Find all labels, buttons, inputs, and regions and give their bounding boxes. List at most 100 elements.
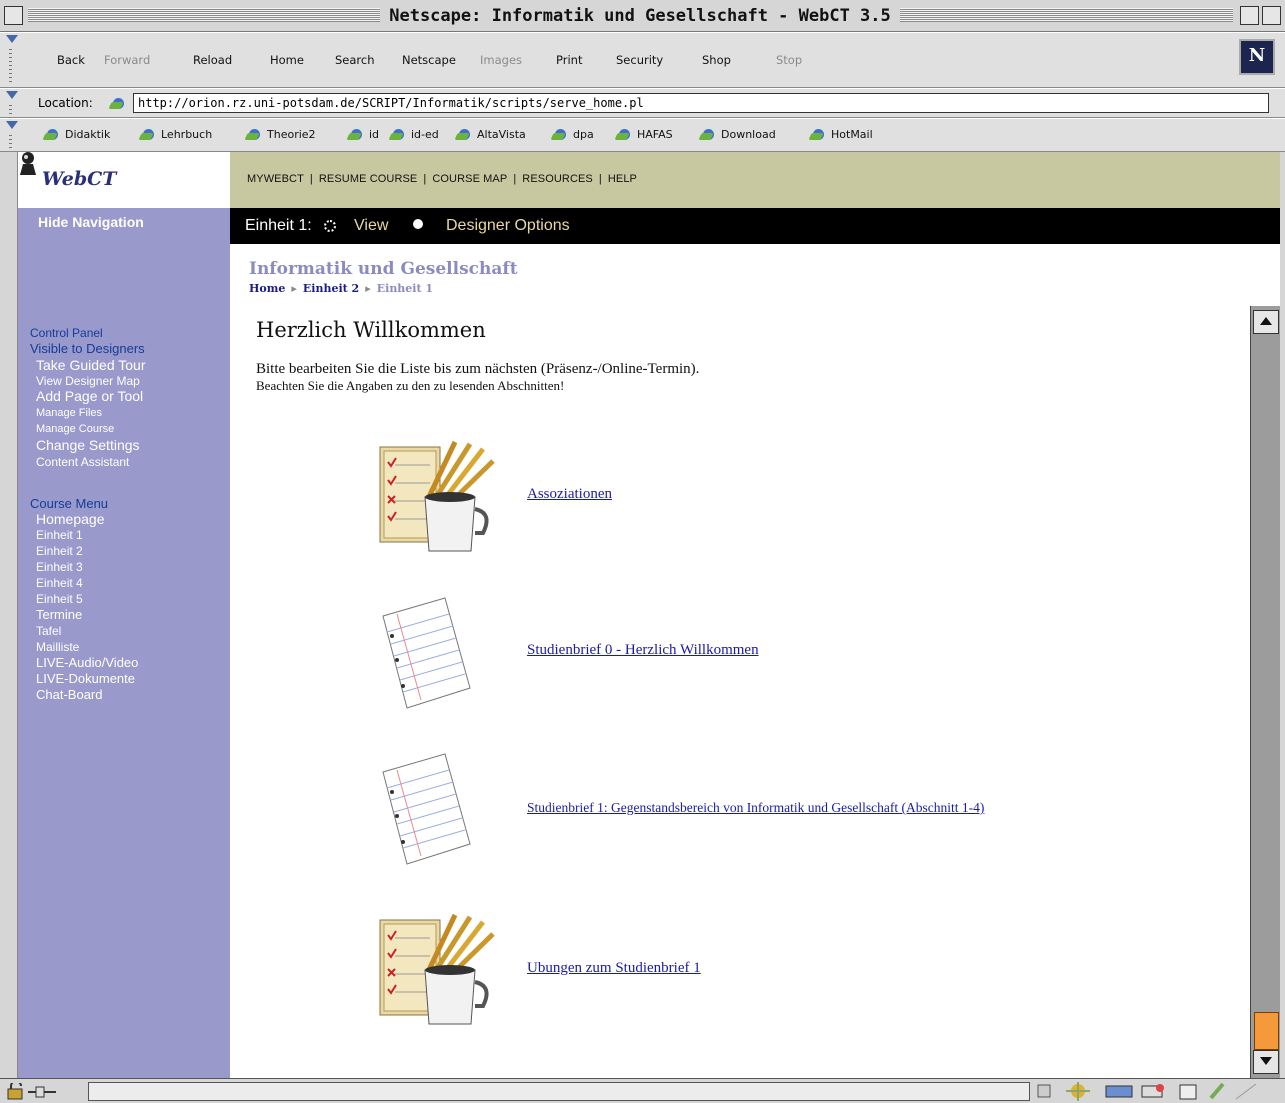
sidebar-item-live-dokumente[interactable]: LIVE-Dokumente xyxy=(36,672,135,686)
page-proxy-icon[interactable] xyxy=(110,96,128,112)
designer-options-option[interactable]: Designer Options xyxy=(446,217,570,235)
scroll-up-button[interactable] xyxy=(1253,310,1279,334)
scroll-thumb[interactable] xyxy=(1254,1012,1279,1050)
breadcrumb-frame: Informatik und Gesellschaft Home ▸ Einheit… xyxy=(230,244,1280,306)
course-sidebar: Hide Navigation Control Panel Visible to… xyxy=(18,208,230,1078)
content-link-assoziationen[interactable]: Assoziationen xyxy=(527,486,612,503)
bookmark-hafas[interactable]: HAFAS xyxy=(616,127,673,143)
sidebar-item-einheit-2[interactable]: Einheit 2 xyxy=(36,544,83,558)
bookmark-icon xyxy=(246,127,264,143)
hide-navigation-button[interactable]: Hide Navigation xyxy=(38,214,144,230)
visible-to-designers-heading: Visible to Designers xyxy=(30,341,145,356)
sidebar-item-tafel[interactable]: Tafel xyxy=(36,624,61,638)
reload-button[interactable]: Reload xyxy=(193,53,232,67)
sidebar-item-change-settings[interactable]: Change Settings xyxy=(36,438,140,452)
collapse-box[interactable] xyxy=(1240,6,1259,25)
menu-help[interactable]: HELP xyxy=(608,173,637,185)
breadcrumb-arrow-icon: ▸ xyxy=(291,282,297,295)
notepaper-icon[interactable] xyxy=(375,596,475,711)
bookmark-download[interactable]: Download xyxy=(700,127,776,143)
menu-separator: | xyxy=(423,173,427,185)
bookmarks-toolbar: Didaktik Lehrbuch Theorie2 id id-ed Alta… xyxy=(0,118,1285,152)
bookmark-didaktik[interactable]: Didaktik xyxy=(44,127,110,143)
netscape-logo-icon[interactable]: N xyxy=(1239,39,1275,75)
webct-logo[interactable]: WebCT xyxy=(42,168,116,190)
menu-mywebct[interactable]: MYWEBCT xyxy=(247,173,304,185)
zoom-box[interactable] xyxy=(1262,6,1281,25)
security-lock-icon[interactable] xyxy=(6,1083,86,1100)
content-link-studienbrief-0[interactable]: Studienbrief 0 - Herzlich Willkommen xyxy=(527,642,759,659)
bookmark-id[interactable]: id xyxy=(348,127,379,143)
breadcrumb-home[interactable]: Home xyxy=(249,282,285,295)
sidebar-item-manage-files[interactable]: Manage Files xyxy=(36,406,102,420)
sidebar-item-termine[interactable]: Termine xyxy=(36,608,82,622)
sidebar-item-einheit-3[interactable]: Einheit 3 xyxy=(36,560,83,574)
window-title-bar[interactable]: Netscape: Informatik und Gesellschaft - … xyxy=(0,0,1285,32)
sidebar-item-content-assistant[interactable]: Content Assistant xyxy=(36,455,129,469)
sidebar-item-einheit-1[interactable]: Einheit 1 xyxy=(36,528,83,542)
webct-figure-icon xyxy=(20,152,36,175)
print-button[interactable]: Print xyxy=(556,53,582,67)
view-mode-option[interactable]: View xyxy=(354,217,388,235)
sidebar-item-manage-course[interactable]: Manage Course xyxy=(36,422,114,436)
bookmark-icon xyxy=(700,127,718,143)
toolbar-grip[interactable] xyxy=(4,35,18,85)
sidebar-item-live-audio-video[interactable]: LIVE-Audio/Video xyxy=(36,656,138,670)
webct-logo-frame: WebCT xyxy=(18,152,230,208)
sidebar-item-mailliste[interactable]: Mailliste xyxy=(36,640,79,654)
checklist-pencils-icon[interactable] xyxy=(375,439,500,554)
bookmark-icon xyxy=(616,127,634,143)
images-button[interactable]: Images xyxy=(480,53,522,67)
home-button[interactable]: Home xyxy=(270,53,304,67)
breadcrumb: Home ▸ Einheit 2 ▸ Einheit 1 xyxy=(249,282,433,295)
content-scrollbar[interactable] xyxy=(1250,306,1280,1078)
intro-text-line-2: Beachten Sie die Angaben zu den zu lesen… xyxy=(256,378,565,393)
unit-bar: Einheit 1: View Designer Options xyxy=(230,208,1280,244)
checklist-pencils-icon[interactable] xyxy=(375,912,500,1027)
forward-button[interactable]: Forward xyxy=(104,53,150,67)
shop-button[interactable]: Shop xyxy=(702,53,731,67)
sidebar-item-homepage[interactable]: Homepage xyxy=(36,512,105,526)
sidebar-item-add-page-or-tool[interactable]: Add Page or Tool xyxy=(36,389,143,403)
course-menu-heading: Course Menu xyxy=(30,496,109,511)
bookmark-hotmail[interactable]: HotMail xyxy=(810,127,873,143)
back-button[interactable]: Back xyxy=(57,53,85,67)
designer-mode-radio-icon[interactable] xyxy=(413,219,423,229)
bookmark-icon xyxy=(348,127,366,143)
bookmark-id-ed[interactable]: id-ed xyxy=(390,127,439,143)
location-input[interactable]: http://orion.rz.uni-potsdam.de/SCRIPT/In… xyxy=(133,93,1269,113)
bookmark-lehrbuch[interactable]: Lehrbuch xyxy=(140,127,212,143)
toolbar-grip[interactable] xyxy=(4,121,18,149)
sidebar-item-view-designer-map[interactable]: View Designer Map xyxy=(36,374,140,388)
menu-separator: | xyxy=(309,173,313,185)
notepaper-icon[interactable] xyxy=(375,752,475,867)
breadcrumb-arrow-icon: ▸ xyxy=(365,282,371,295)
view-mode-radio-icon[interactable] xyxy=(324,220,336,232)
bookmark-icon xyxy=(44,127,62,143)
sidebar-item-chat-board[interactable]: Chat-Board xyxy=(36,688,102,702)
netscape-button[interactable]: Netscape xyxy=(402,53,456,67)
menu-course-map[interactable]: COURSE MAP xyxy=(432,173,507,185)
stop-button[interactable]: Stop xyxy=(776,53,802,67)
content-link-ubungen[interactable]: Ubungen zum Studienbrief 1 xyxy=(527,960,701,977)
sidebar-item-einheit-4[interactable]: Einheit 4 xyxy=(36,576,83,590)
sidebar-item-take-guided-tour[interactable]: Take Guided Tour xyxy=(36,358,145,372)
menu-resources[interactable]: RESOURCES xyxy=(522,173,593,185)
security-button[interactable]: Security xyxy=(616,53,663,67)
component-bar-icons[interactable] xyxy=(1036,1082,1276,1101)
bookmark-icon xyxy=(810,127,828,143)
toolbar-grip[interactable] xyxy=(4,91,18,115)
menu-resume-course[interactable]: RESUME COURSE xyxy=(319,173,417,185)
close-box[interactable] xyxy=(4,6,23,25)
navigation-toolbar: Back Forward Reload Home Search Netscape… xyxy=(0,32,1285,88)
search-button[interactable]: Search xyxy=(335,53,375,67)
bookmark-icon xyxy=(390,127,408,143)
scroll-down-button[interactable] xyxy=(1253,1050,1279,1074)
bookmark-altavista[interactable]: AltaVista xyxy=(456,127,526,143)
window-left-gutter xyxy=(0,152,18,1078)
breadcrumb-einheit-2[interactable]: Einheit 2 xyxy=(303,282,359,295)
content-link-studienbrief-1[interactable]: Studienbrief 1: Gegenstandsbereich von I… xyxy=(527,800,984,816)
bookmark-theorie2[interactable]: Theorie2 xyxy=(246,127,316,143)
bookmark-dpa[interactable]: dpa xyxy=(552,127,594,143)
sidebar-item-einheit-5[interactable]: Einheit 5 xyxy=(36,592,83,606)
